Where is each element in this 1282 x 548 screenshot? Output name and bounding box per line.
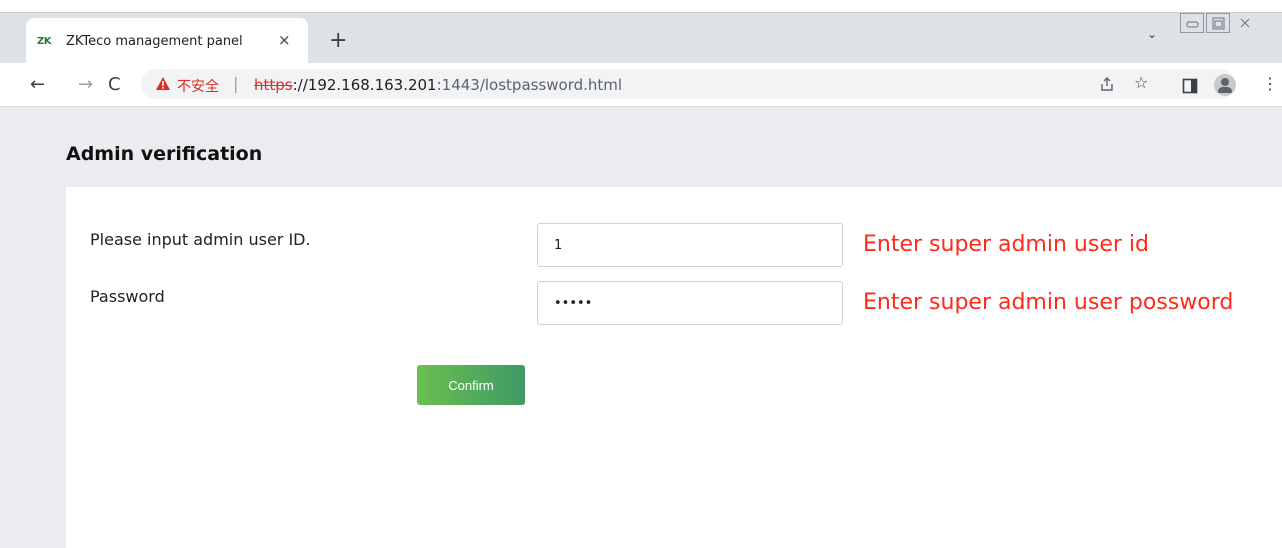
confirm-button[interactable]: Confirm	[417, 365, 525, 405]
profile-avatar-icon[interactable]	[1214, 74, 1236, 96]
password-label: Password	[90, 287, 165, 306]
minimize-icon	[1186, 21, 1199, 28]
password-input[interactable]	[537, 281, 843, 325]
bookmark-star-icon[interactable]: ☆	[1134, 73, 1148, 92]
not-secure-label[interactable]: 不安全	[177, 76, 219, 96]
browser-tab[interactable]: ZK ZKTeco management panel ×	[26, 18, 308, 64]
tab-title: ZKTeco management panel	[66, 34, 243, 49]
tab-close-icon[interactable]: ×	[278, 31, 291, 49]
admin-user-id-label: Please input admin user ID.	[90, 230, 311, 249]
verification-form-card: Please input admin user ID. Enter super …	[66, 187, 1282, 548]
side-panel-icon[interactable]	[1182, 78, 1198, 94]
page-title: Admin verification	[66, 143, 263, 165]
admin-user-id-input[interactable]	[537, 223, 843, 267]
tab-search-chevron-icon[interactable]: ⌄	[1147, 27, 1157, 41]
tab-bar: ZK ZKTeco management panel × + ⌄	[0, 13, 1282, 64]
url-scheme: https	[254, 76, 293, 94]
maximize-button[interactable]	[1206, 13, 1230, 33]
forward-arrow-icon[interactable]: →	[78, 74, 93, 95]
page-content: Admin verification Please input admin us…	[0, 107, 1282, 548]
user-id-annotation: Enter super admin user id	[863, 232, 1149, 257]
address-bar[interactable]: 不安全 | https://192.168.163.201:1443/lostp…	[141, 69, 1235, 99]
password-annotation: Enter super admin user possword	[863, 290, 1234, 315]
back-arrow-icon[interactable]: ←	[30, 74, 45, 95]
top-strip	[0, 0, 1282, 12]
warning-triangle-icon	[156, 77, 170, 90]
close-window-icon	[1240, 18, 1250, 28]
address-separator: |	[233, 74, 239, 93]
url-path: :1443/lostpassword.html	[436, 76, 623, 94]
url-text[interactable]: https://192.168.163.201:1443/lostpasswor…	[254, 76, 622, 94]
reload-icon[interactable]: C	[108, 74, 121, 95]
share-icon[interactable]	[1099, 76, 1115, 92]
close-window-button[interactable]	[1232, 13, 1256, 33]
url-host: ://192.168.163.201	[292, 76, 437, 94]
zkteco-logo-icon: ZK	[37, 36, 52, 47]
minimize-button[interactable]	[1180, 13, 1204, 33]
maximize-icon	[1212, 17, 1225, 30]
new-tab-button[interactable]: +	[329, 30, 347, 52]
browser-toolbar: ← → C 不安全 | https://192.168.163.201:1443…	[0, 64, 1282, 107]
menu-dots-icon[interactable]: ⋮	[1262, 74, 1278, 93]
